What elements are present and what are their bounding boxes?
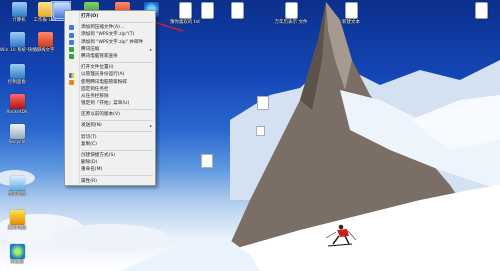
menu-item-delete[interactable]: 删除(D) [65,159,155,166]
compress-icon [69,47,74,53]
menu-item-virus-scan[interactable]: 腾讯电脑管家查杀 [65,53,155,60]
menu-item-tencent-compress[interactable]: 腾讯压缩 ▸ [65,46,155,53]
context-menu: 打开(O) 添加到压缩文件(A)... 添加到 "WPS文字.zip"(T) 添… [64,10,156,186]
menu-item-cut[interactable]: 剪切(T) [65,134,155,141]
menu-item-rename[interactable]: 重命名(M) [65,166,155,173]
menu-separator [81,21,153,23]
chevron-right-icon: ▸ [149,123,152,129]
archive-icon [69,32,74,38]
menu-separator [81,61,153,63]
menu-item-open[interactable]: 打开(O) [65,13,155,20]
menu-item-shred[interactable]: 使用腾讯电脑管家粉碎 [65,79,155,86]
menu-item-add-zip-mail[interactable]: 添加到 "WPS文字.zip" 并邮件 [65,39,155,46]
archive-icon [69,25,74,31]
menu-item-open-location[interactable]: 打开文件位置(I) [65,64,155,71]
menu-item-add-zip[interactable]: 添加到 "WPS文字.zip"(T) [65,31,155,38]
menu-item-unpin-taskbar[interactable]: 从任务栏移除 [65,93,155,100]
menu-item-create-shortcut[interactable]: 创建快捷方式(S) [65,152,155,159]
menu-item-send-to[interactable]: 发送到(N) ▸ [65,122,155,129]
menu-item-add-archive[interactable]: 添加到压缩文件(A)... [65,24,155,31]
menu-separator [81,119,153,121]
menu-item-properties[interactable]: 属性(R) [65,178,155,185]
menu-item-run-as-admin[interactable]: 以管理员身份运行(A) [65,71,155,78]
menu-separator [81,175,153,177]
archive-icon [69,39,74,45]
menu-item-pin-start[interactable]: 锁定到「开始」菜单(U) [65,100,155,107]
shred-icon [69,79,74,85]
menu-item-copy[interactable]: 复制(C) [65,141,155,148]
admin-shield-icon [69,72,74,78]
menu-separator [81,108,153,110]
menu-item-restore-versions[interactable]: 还原以前的版本(V) [65,111,155,118]
menu-item-pin-taskbar[interactable]: 固定到任务栏 [65,86,155,93]
desktop[interactable]: 计算机 工作报 Lea 猜你喜欢的.txt 万年历表示 文件 新建文本 Win … [0,0,500,271]
shield-icon [69,54,74,60]
menu-separator [81,149,153,151]
chevron-right-icon: ▸ [149,46,152,52]
menu-separator [81,131,153,133]
